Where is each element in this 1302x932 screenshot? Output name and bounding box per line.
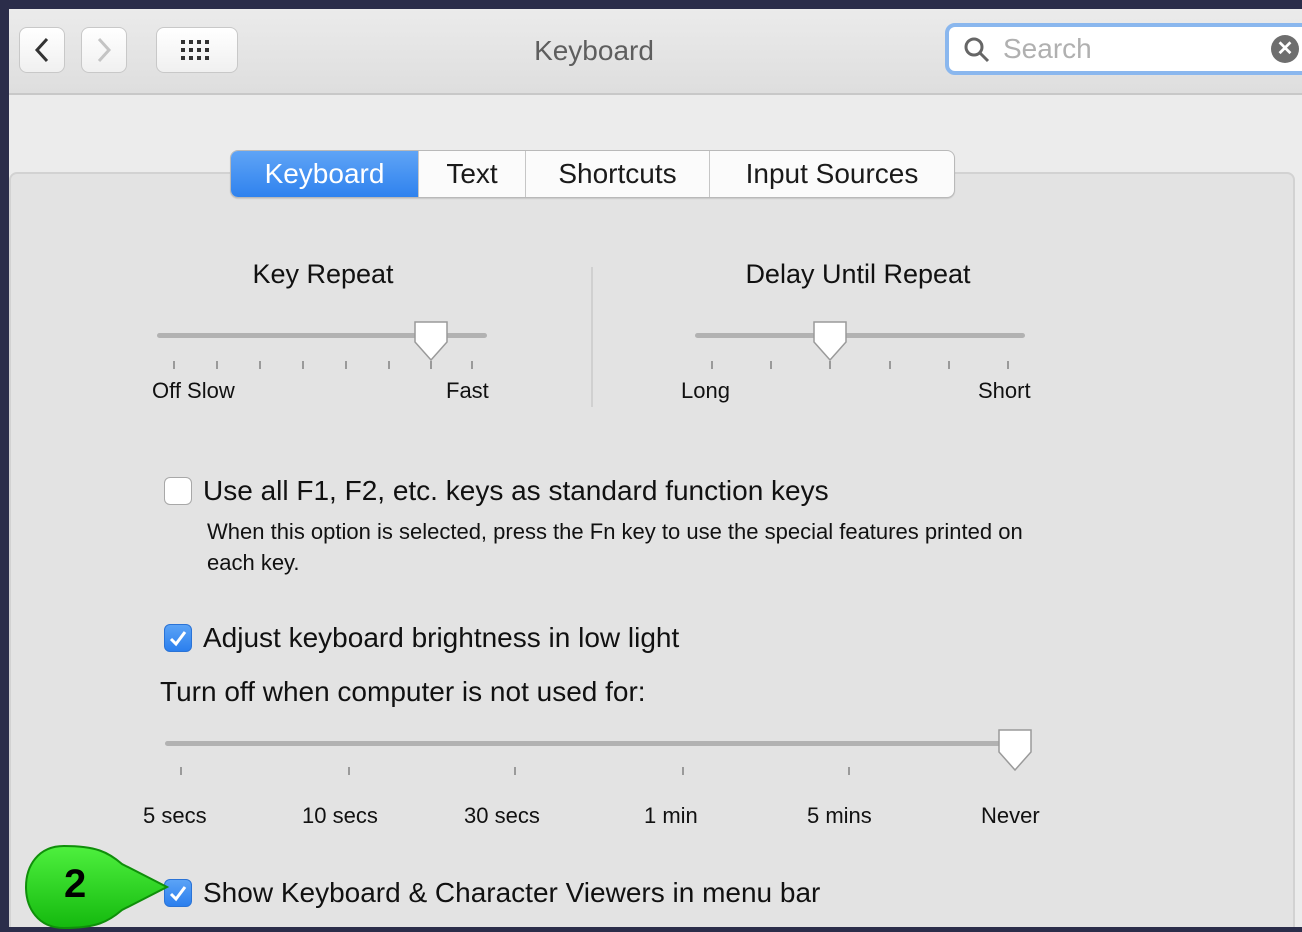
function-keys-checkbox[interactable] [164, 477, 192, 505]
key-repeat-tick [173, 361, 175, 369]
search-input[interactable] [1001, 33, 1255, 65]
delay-tick [711, 361, 713, 369]
turn-off-option: 1 min [644, 803, 698, 828]
function-keys-description: When this option is selected, press the … [207, 519, 1023, 575]
delay-until-repeat-title: Delay Until Repeat [745, 259, 971, 289]
key-repeat-title: Key Repeat [252, 259, 394, 289]
turn-off-tick [514, 767, 516, 775]
tab-shortcuts[interactable]: Shortcuts [526, 151, 710, 197]
turn-off-tick [180, 767, 182, 775]
delay-tick [948, 361, 950, 369]
delay-right-label: Short [978, 378, 1031, 403]
turn-off-thumb[interactable] [996, 728, 1034, 772]
tab-input-sources[interactable]: Input Sources [710, 151, 954, 197]
key-repeat-tick [302, 361, 304, 369]
delay-left-label: Long [681, 378, 730, 403]
delay-track[interactable] [695, 333, 1025, 338]
brightness-checkbox[interactable] [164, 624, 192, 652]
turn-off-option: 30 secs [464, 803, 540, 828]
turn-off-tick [682, 767, 684, 775]
turn-off-tick [848, 767, 850, 775]
key-repeat-right-label: Fast [446, 378, 489, 403]
delay-tick [770, 361, 772, 369]
clear-search-icon[interactable]: ✕ [1271, 35, 1299, 63]
turn-off-option: Never [981, 803, 1040, 828]
brightness-label: Adjust keyboard brightness in low light [203, 622, 680, 653]
checkmark-icon [169, 631, 187, 647]
search-icon [964, 37, 990, 63]
delay-thumb[interactable] [811, 320, 849, 362]
key-repeat-thumb[interactable] [412, 320, 450, 362]
turn-off-tick [348, 767, 350, 775]
key-repeat-tick [259, 361, 261, 369]
turn-off-label: Turn off when computer is not used for: [160, 676, 646, 707]
delay-tick [829, 361, 831, 369]
turn-off-option: 5 secs [143, 803, 207, 828]
key-repeat-tick [345, 361, 347, 369]
tab-bar: Keyboard Text Shortcuts Input Sources [230, 150, 955, 198]
delay-tick [889, 361, 891, 369]
tab-keyboard[interactable]: Keyboard [231, 151, 419, 197]
title-bar: Keyboard ✕ [9, 9, 1302, 95]
step-number: 2 [64, 862, 87, 906]
key-repeat-tick [430, 361, 432, 369]
key-repeat-tick [388, 361, 390, 369]
turn-off-track[interactable] [165, 741, 1025, 746]
search-field[interactable]: ✕ [945, 23, 1302, 75]
key-repeat-tick [471, 361, 473, 369]
step-callout [24, 844, 170, 930]
section-divider [591, 267, 593, 407]
turn-off-option: 5 mins [807, 803, 872, 828]
tab-text[interactable]: Text [419, 151, 526, 197]
turn-off-option: 10 secs [302, 803, 378, 828]
function-keys-label: Use all F1, F2, etc. keys as standard fu… [203, 475, 829, 506]
preferences-window: Keyboard ✕ Keyboard Text Shortcuts Input… [9, 9, 1302, 927]
key-repeat-left-label: Off Slow [152, 378, 235, 403]
viewers-label: Show Keyboard & Character Viewers in men… [203, 877, 821, 908]
key-repeat-tick [216, 361, 218, 369]
delay-tick [1007, 361, 1009, 369]
